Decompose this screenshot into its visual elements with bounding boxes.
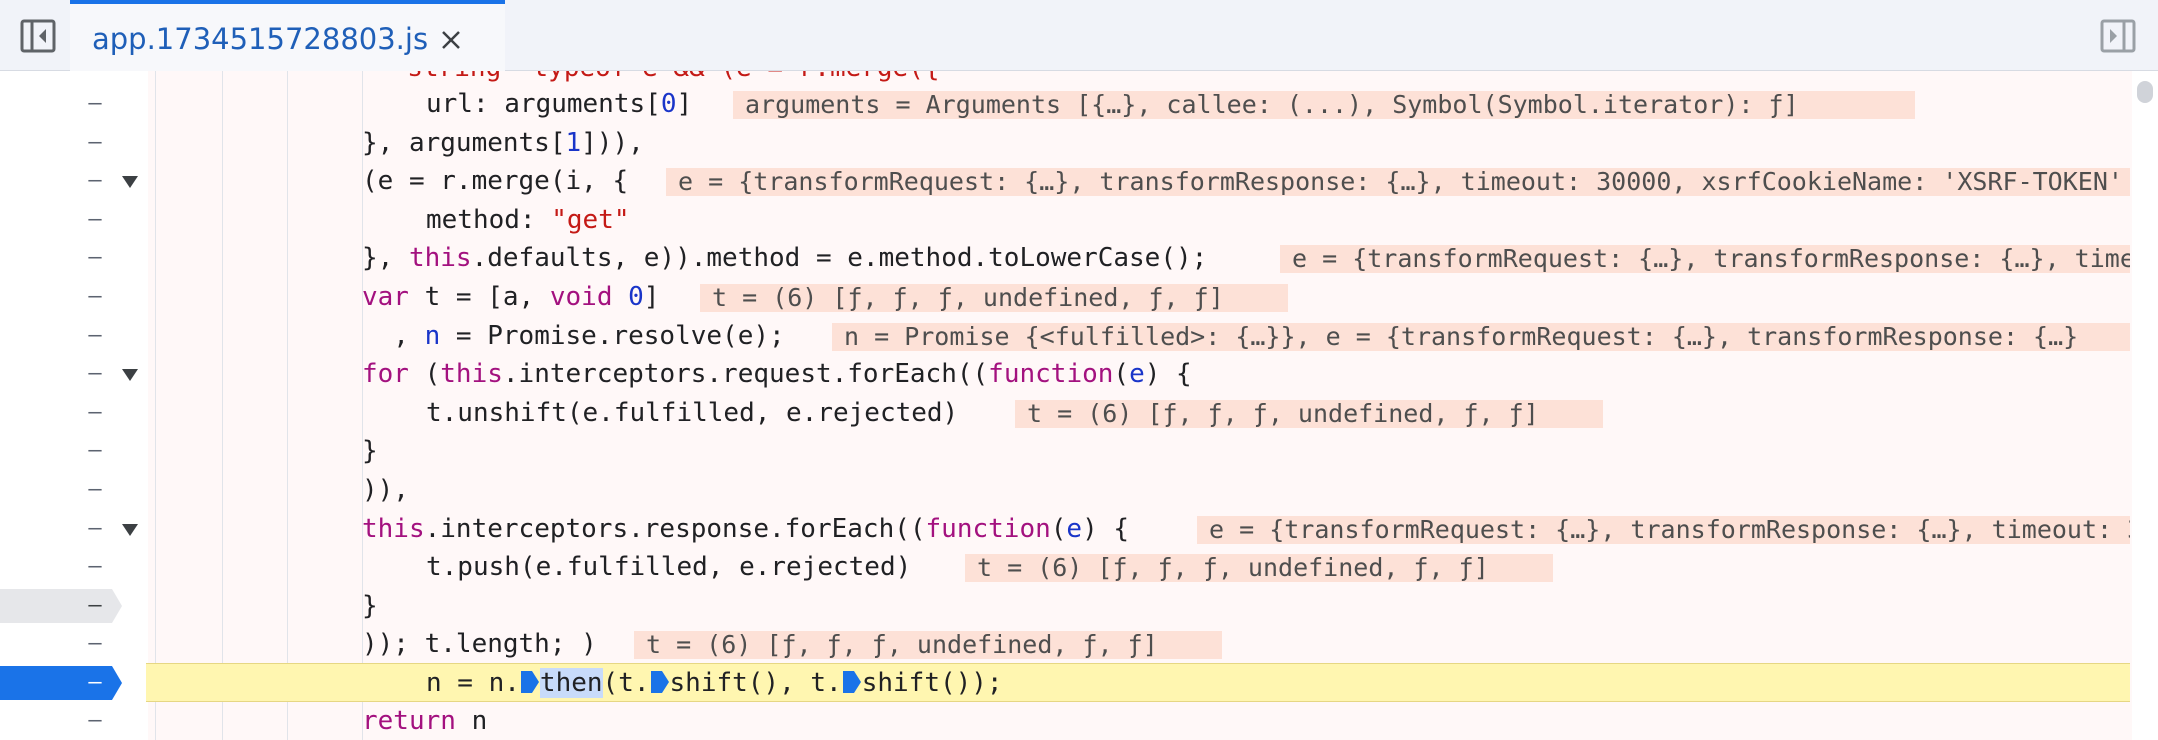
editor-tab-bar: app.1734515728803.js (0, 0, 2158, 71)
inline-value: arguments = Arguments [{…}, callee: (...… (733, 91, 1915, 119)
line-number[interactable]: – (88, 201, 102, 239)
paused-frame-marker-icon[interactable] (0, 588, 122, 623)
code-line: – url: arguments[0] arguments = Argument… (0, 85, 2130, 124)
tab-filename: app.1734515728803.js (92, 22, 429, 56)
step-into-marker-icon[interactable] (520, 669, 540, 695)
line-number[interactable]: – (88, 239, 102, 277)
code-text: url: arguments[0] (426, 89, 693, 119)
line-number[interactable]: – (88, 548, 102, 586)
line-number[interactable]: – (88, 587, 102, 625)
code-text: for (this.interceptors.request.forEach((… (362, 359, 1192, 390)
code-line: – this.interceptors.response.forEach((fu… (0, 510, 2130, 549)
tab-source-file[interactable]: app.1734515728803.js (70, 0, 505, 71)
close-icon[interactable] (435, 24, 467, 56)
code-line: – } (0, 587, 2130, 626)
code-text: }, arguments[1])), (362, 127, 644, 158)
breakpoint-marker-icon[interactable] (0, 665, 122, 700)
code-line: – t.push(e.fulfilled, e.rejected) t = (6… (0, 548, 2130, 587)
code-text: method: "get" (426, 204, 630, 235)
code-text: n = n. then(t. shift(), t. shift()); (426, 667, 1003, 698)
sidebar-toggle-icon[interactable] (20, 19, 56, 53)
code-line: – , n = Promise.resolve(e); n = Promise … (0, 317, 2130, 356)
line-number[interactable]: – (88, 124, 102, 162)
code-line: – )), (0, 471, 2130, 510)
inline-value: t = (6) [ƒ, ƒ, ƒ, undefined, ƒ, ƒ] (634, 631, 1222, 660)
code-line: – t.unshift(e.fulfilled, e.rejected) t =… (0, 394, 2130, 433)
code-line: – }, arguments[1])), (0, 124, 2130, 163)
code-line: – var t = [a, void 0] t = (6) [ƒ, ƒ, ƒ, … (0, 278, 2130, 317)
code-line-current: – n = n. then(t. shift(), t. shift()); (0, 664, 2130, 703)
line-number[interactable]: – (88, 664, 102, 702)
inline-value: n = Promise {<fulfilled>: {…}}, e = {tra… (832, 322, 2130, 351)
inline-value: t = (6) [ƒ, ƒ, ƒ, undefined, ƒ, ƒ] (700, 284, 1288, 312)
line-number[interactable]: – (88, 394, 102, 432)
line-number[interactable]: – (88, 355, 102, 393)
fold-triangle-icon[interactable] (120, 367, 140, 383)
step-into-marker-icon[interactable] (650, 669, 670, 695)
inline-value: t = (6) [ƒ, ƒ, ƒ, undefined, ƒ, ƒ] (965, 554, 1553, 583)
line-number[interactable]: – (88, 625, 102, 663)
step-into-marker-icon[interactable] (842, 669, 862, 695)
right-panel-toggle-icon[interactable] (2100, 19, 2136, 53)
code-line: – method: "get" (0, 201, 2130, 240)
inline-value: e = {transformRequest: {…}, transformRes… (1280, 245, 2130, 274)
code-text: )), (362, 475, 409, 505)
code-line: – (e = r.merge(i, { e = {transformReques… (0, 162, 2130, 201)
line-number[interactable]: – (88, 162, 102, 200)
code-line: – for (this.interceptors.request.forEach… (0, 355, 2130, 394)
line-number[interactable]: – (88, 702, 102, 740)
code-text: this.interceptors.response.forEach((func… (362, 513, 1130, 544)
source-editor[interactable]: string typeof e && (e = r.merge({ – url:… (0, 71, 2158, 740)
line-number[interactable]: – (88, 85, 102, 123)
scrollbar-thumb[interactable] (2137, 81, 2153, 103)
code-line: – }, this.defaults, e)).method = e.metho… (0, 239, 2130, 278)
code-text: }, this.defaults, e)).method = e.method.… (362, 243, 1208, 274)
line-number[interactable]: – (88, 432, 102, 470)
line-number[interactable]: – (88, 317, 102, 355)
inline-value: t = (6) [ƒ, ƒ, ƒ, undefined, ƒ, ƒ] (1015, 399, 1603, 428)
line-number[interactable]: – (88, 471, 102, 509)
code-text: , n = Promise.resolve(e); (362, 320, 785, 351)
code-text: var t = [a, void 0] (362, 282, 660, 312)
code-text: } (362, 436, 378, 467)
fold-triangle-icon[interactable] (120, 174, 140, 190)
vertical-scrollbar[interactable] (2132, 71, 2158, 740)
code-line: – )); t.length; ) t = (6) [ƒ, ƒ, ƒ, unde… (0, 625, 2130, 664)
line-number[interactable]: – (88, 278, 102, 316)
code-text: (e = r.merge(i, { (362, 166, 629, 197)
code-line: – return n (0, 702, 2130, 740)
code-text: t.unshift(e.fulfilled, e.rejected) (426, 397, 959, 428)
fold-triangle-icon[interactable] (120, 522, 140, 538)
inline-value: e = {transformRequest: {…}, transformRes… (1197, 515, 2130, 544)
code-text: } (362, 590, 378, 621)
code-text: t.push(e.fulfilled, e.rejected) (426, 552, 912, 583)
line-number[interactable]: – (88, 510, 102, 548)
code-line: – } (0, 432, 2130, 471)
code-text: return n (362, 706, 488, 736)
code-text: )); t.length; ) (362, 629, 597, 660)
inline-value: e = {transformRequest: {…}, transformRes… (666, 168, 2130, 197)
